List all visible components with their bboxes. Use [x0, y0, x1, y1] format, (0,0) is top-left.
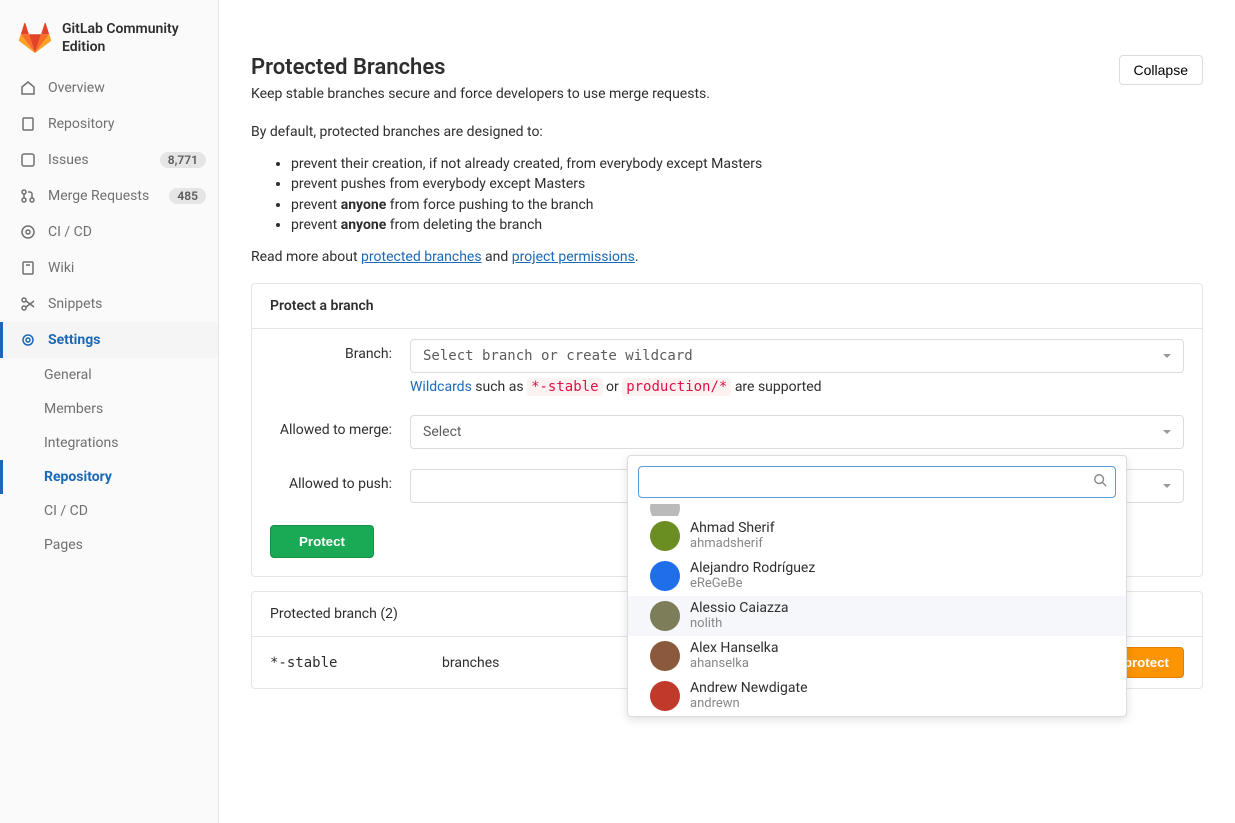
merge-label: Allowed to merge:: [270, 415, 392, 438]
nav-label: Merge Requests: [48, 188, 157, 204]
list-item[interactable]: Alejandro Rodríguez eReGeBe: [628, 556, 1126, 596]
sidebar: GitLab Community Edition Overview Reposi…: [0, 0, 219, 823]
user-username: ahanselka: [690, 657, 778, 671]
book-icon: [20, 260, 36, 276]
merge-placeholder: Select: [423, 424, 461, 440]
branch-select[interactable]: Select branch or create wildcard: [410, 339, 1184, 373]
avatar: [650, 601, 680, 631]
list-item[interactable]: Andrew Newdigate andrewn: [628, 676, 1126, 716]
user-name: Alessio Caiazza: [690, 601, 789, 616]
subnav-cicd[interactable]: CI / CD: [0, 494, 218, 528]
nav-wiki[interactable]: Wiki: [0, 250, 218, 286]
nav-label: CI / CD: [48, 224, 206, 240]
user-name: Alex Hanselka: [690, 641, 778, 656]
nav-ci-cd[interactable]: CI / CD: [0, 214, 218, 250]
nav-overview[interactable]: Overview: [0, 70, 218, 106]
dropdown-search[interactable]: [638, 466, 1116, 498]
branch-label: Branch:: [270, 339, 392, 362]
project-permissions-link[interactable]: project permissions: [512, 249, 635, 265]
user-username: andrewn: [690, 697, 808, 711]
user-dropdown: Ahmad Sherif ahmadsherif Alejandro Rodrí…: [627, 455, 1127, 717]
nav-label: Settings: [48, 332, 206, 348]
avatar: [650, 521, 680, 551]
nav-repository[interactable]: Repository: [0, 106, 218, 142]
user-username: eReGeBe: [690, 577, 815, 591]
gear-icon: [20, 332, 36, 348]
branch-name: *-stable: [270, 655, 430, 671]
nav-label: Repository: [48, 116, 206, 132]
file-icon: [20, 116, 36, 132]
chevron-down-icon: [1163, 354, 1171, 358]
chevron-down-icon: [1163, 484, 1171, 488]
subnav-members[interactable]: Members: [0, 392, 218, 426]
info-block: By default, protected branches are desig…: [251, 124, 1203, 265]
collapse-button[interactable]: Collapse: [1119, 55, 1203, 85]
scissors-icon: [20, 296, 36, 312]
nav-snippets[interactable]: Snippets: [0, 286, 218, 322]
bullet-2: prevent pushes from everybody except Mas…: [291, 174, 1203, 194]
nav-issues[interactable]: Issues 8,771: [0, 142, 218, 178]
user-name: Alejandro Rodríguez: [690, 561, 815, 576]
nav-label: Overview: [48, 80, 206, 96]
wildcard-hint: Wildcards such as *-stable or production…: [410, 379, 1184, 395]
subnav-integrations[interactable]: Integrations: [0, 426, 218, 460]
search-icon: [1093, 473, 1107, 491]
brand-title: GitLab Community Edition: [62, 20, 202, 56]
push-placeholder: [423, 478, 426, 494]
rocket-icon: [20, 224, 36, 240]
bullet-1: prevent their creation, if not already c…: [291, 154, 1203, 174]
protect-button[interactable]: Protect: [270, 525, 374, 558]
push-label: Allowed to push:: [270, 469, 392, 492]
subnav-repository[interactable]: Repository: [0, 460, 218, 494]
user-name: Andrew Newdigate: [690, 681, 808, 696]
gitlab-logo-icon: [18, 21, 52, 55]
nav-settings[interactable]: Settings: [0, 322, 218, 358]
subnav-pages[interactable]: Pages: [0, 528, 218, 562]
list-item[interactable]: Alessio Caiazza nolith: [628, 596, 1126, 636]
user-name: Ahmad Sherif: [690, 521, 775, 536]
page-title: Protected Branches: [251, 55, 710, 80]
avatar: [650, 641, 680, 671]
user-username: ahmadsherif: [690, 537, 775, 551]
wildcards-link[interactable]: Wildcards: [410, 379, 472, 395]
readmore: Read more about protected branches and p…: [251, 249, 1203, 265]
nav-label: Issues: [48, 152, 148, 168]
nav-badge: 485: [169, 188, 206, 204]
page-subtitle: Keep stable branches secure and force de…: [251, 86, 710, 102]
matching-branches: branches: [442, 655, 552, 671]
nav-badge: 8,771: [160, 152, 206, 168]
intro-text: By default, protected branches are desig…: [251, 124, 1203, 140]
home-icon: [20, 80, 36, 96]
allowed-merge-select[interactable]: Select: [410, 415, 1184, 449]
settings-subnav: General Members Integrations Repository …: [0, 358, 218, 562]
issues-icon: [20, 152, 36, 168]
protect-panel-title: Protect a branch: [252, 284, 1202, 329]
merge-icon: [20, 188, 36, 204]
avatar: [650, 681, 680, 711]
subnav-general[interactable]: General: [0, 358, 218, 392]
branch-placeholder: Select branch or create wildcard: [423, 348, 693, 364]
chevron-down-icon: [1163, 430, 1171, 434]
user-username: nolith: [690, 617, 789, 631]
dropdown-list: Ahmad Sherif ahmadsherif Alejandro Rodrí…: [628, 504, 1126, 716]
list-item[interactable]: Ahmad Sherif ahmadsherif: [628, 516, 1126, 556]
avatar: [650, 561, 680, 591]
protected-branches-link[interactable]: protected branches: [361, 249, 482, 265]
nav-label: Wiki: [48, 260, 206, 276]
main-content: Protected Branches Keep stable branches …: [219, 0, 1235, 823]
list-item-cutoff: [628, 504, 1126, 516]
nav-label: Snippets: [48, 296, 206, 312]
bullet-3: prevent anyone from force pushing to the…: [291, 195, 1203, 215]
nav-merge-requests[interactable]: Merge Requests 485: [0, 178, 218, 214]
bullet-4: prevent anyone from deleting the branch: [291, 215, 1203, 235]
brand: GitLab Community Edition: [0, 12, 218, 70]
dropdown-search-input[interactable]: [647, 474, 1093, 490]
list-item[interactable]: Alex Hanselka ahanselka: [628, 636, 1126, 676]
